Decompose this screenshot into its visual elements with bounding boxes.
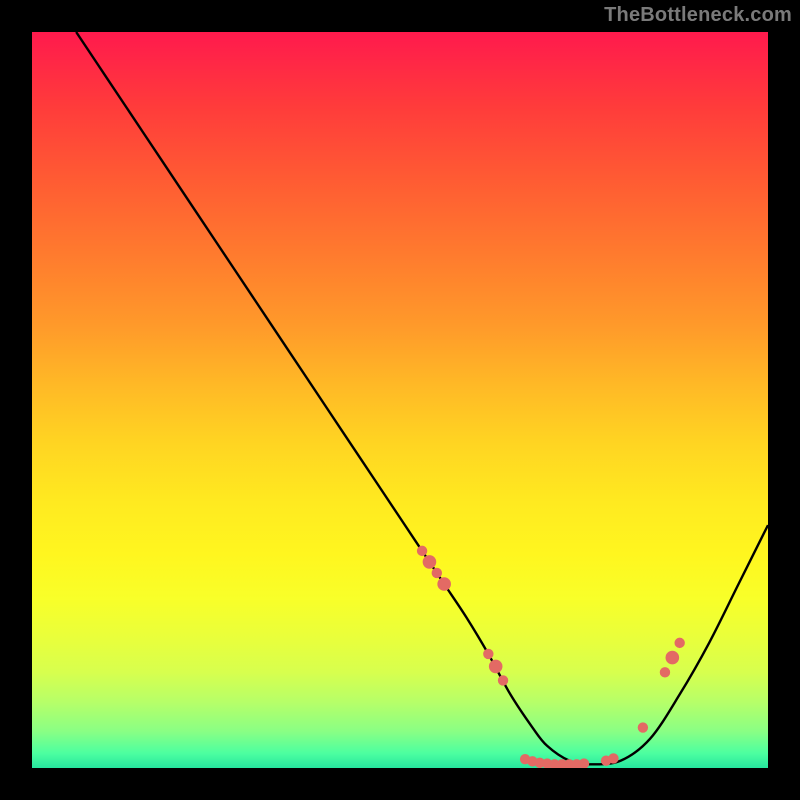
bottleneck-marker xyxy=(483,649,493,659)
bottleneck-marker xyxy=(437,577,451,591)
bottleneck-markers-group xyxy=(417,546,685,768)
chart-plot-area xyxy=(32,32,768,768)
bottleneck-curve xyxy=(76,32,768,764)
bottleneck-marker xyxy=(417,546,427,556)
bottleneck-marker xyxy=(489,660,503,674)
bottleneck-marker xyxy=(423,555,437,569)
bottleneck-marker xyxy=(608,753,618,763)
bottleneck-marker xyxy=(666,651,680,665)
bottleneck-marker xyxy=(674,638,684,648)
watermark-text: TheBottleneck.com xyxy=(604,4,792,27)
bottleneck-marker xyxy=(579,758,589,768)
bottleneck-marker xyxy=(498,675,508,685)
bottleneck-marker xyxy=(432,568,442,578)
bottleneck-marker xyxy=(638,722,648,732)
chart-frame: TheBottleneck.com xyxy=(0,0,800,800)
chart-overlay-svg xyxy=(32,32,768,768)
bottleneck-marker xyxy=(660,667,670,677)
